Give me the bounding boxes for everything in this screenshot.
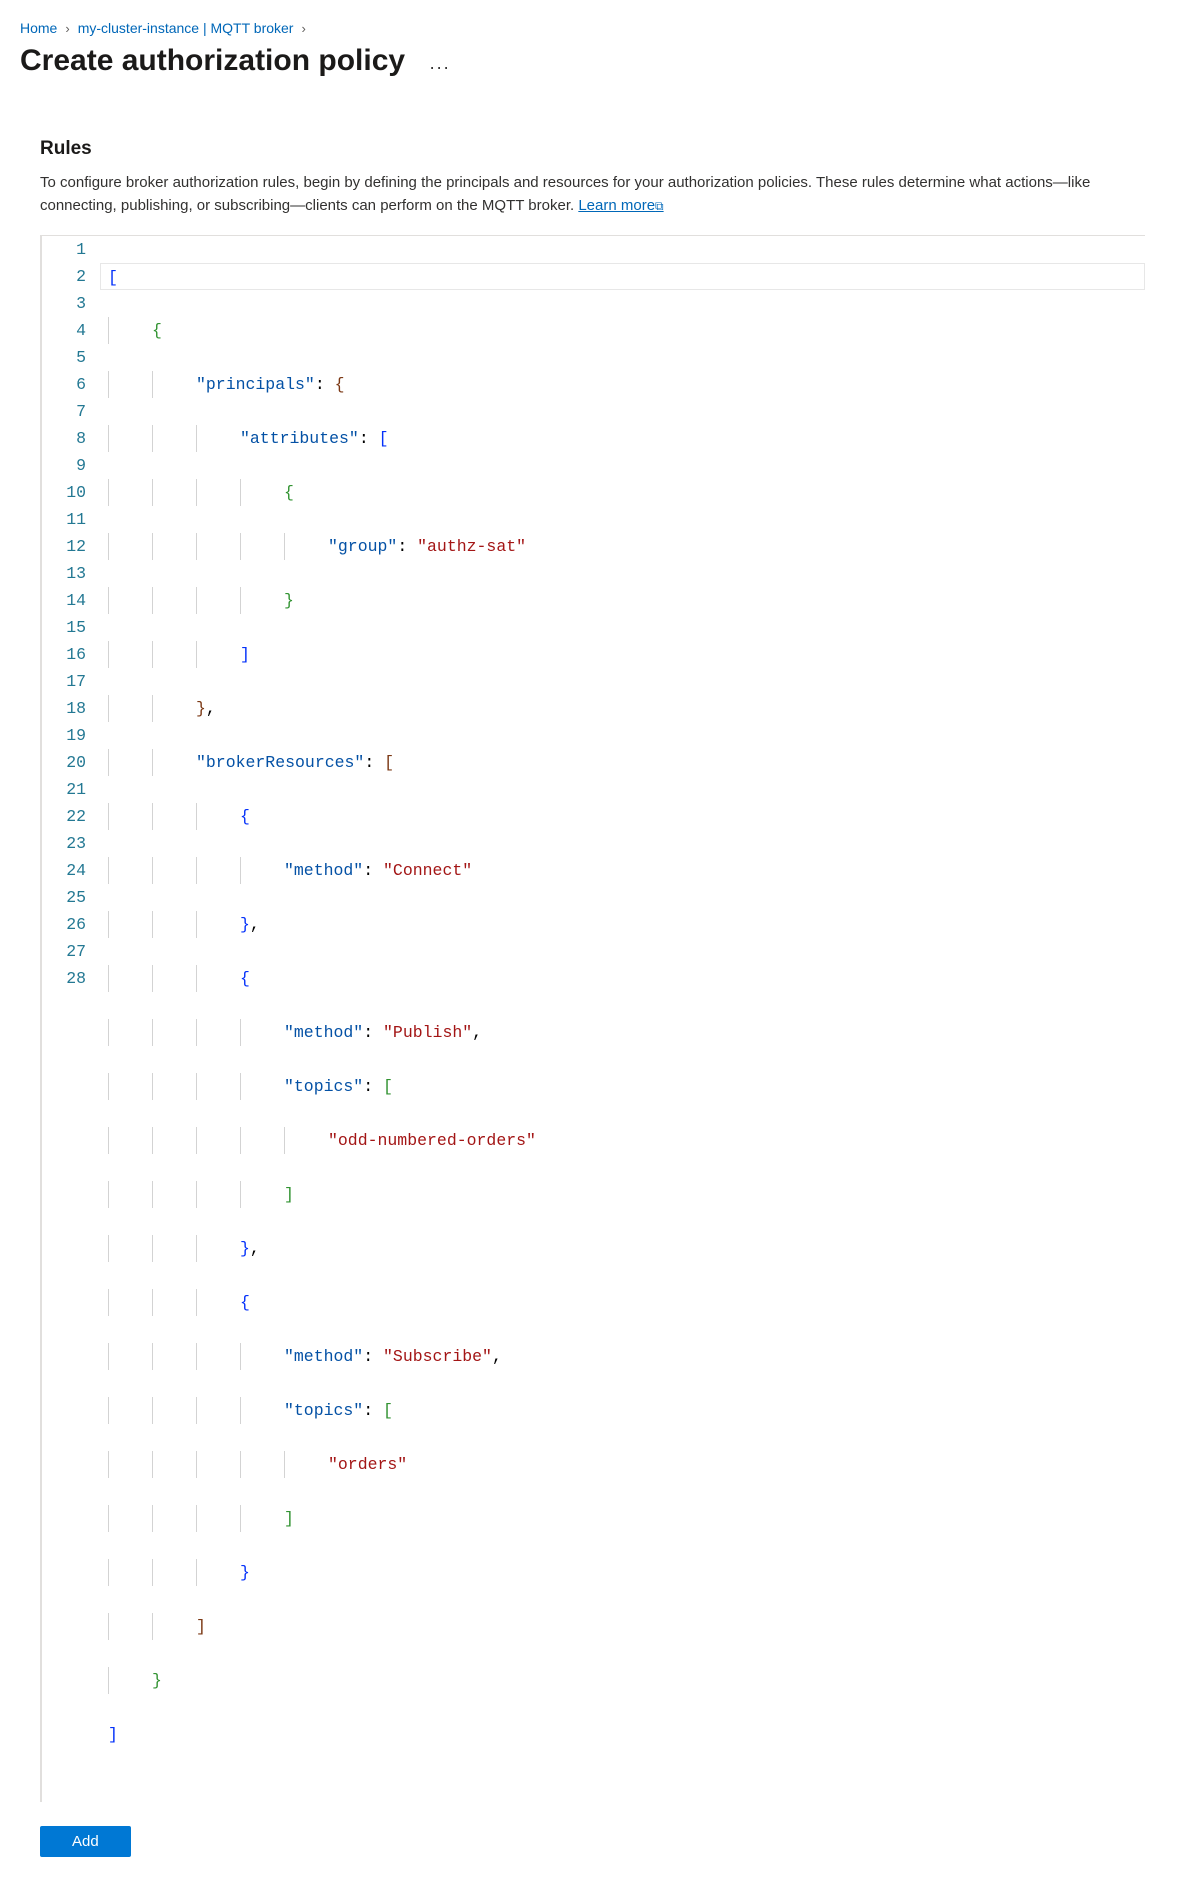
section-title-rules: Rules bbox=[40, 138, 1145, 160]
more-icon[interactable]: ··· bbox=[429, 45, 450, 78]
chevron-right-icon: › bbox=[65, 21, 69, 36]
json-editor[interactable]: 1234567891011121314151617181920212223242… bbox=[40, 235, 1145, 1802]
breadcrumb: Home › my-cluster-instance | MQTT broker… bbox=[20, 20, 1165, 36]
page-title: Create authorization policy bbox=[20, 44, 405, 78]
chevron-right-icon: › bbox=[301, 21, 305, 36]
line-gutter: 1234567891011121314151617181920212223242… bbox=[42, 236, 100, 1802]
learn-more-link[interactable]: Learn more⧉ bbox=[578, 197, 663, 214]
page-header: Create authorization policy ··· bbox=[20, 44, 1165, 78]
code-area[interactable]: [ { "principals": { "attributes": [ { "g… bbox=[100, 236, 1145, 1802]
add-button[interactable]: Add bbox=[40, 1826, 131, 1857]
breadcrumb-cluster-link[interactable]: my-cluster-instance | MQTT broker bbox=[78, 20, 294, 36]
external-link-icon: ⧉ bbox=[655, 199, 664, 213]
rules-description: To configure broker authorization rules,… bbox=[40, 172, 1145, 217]
breadcrumb-home-link[interactable]: Home bbox=[20, 20, 57, 36]
